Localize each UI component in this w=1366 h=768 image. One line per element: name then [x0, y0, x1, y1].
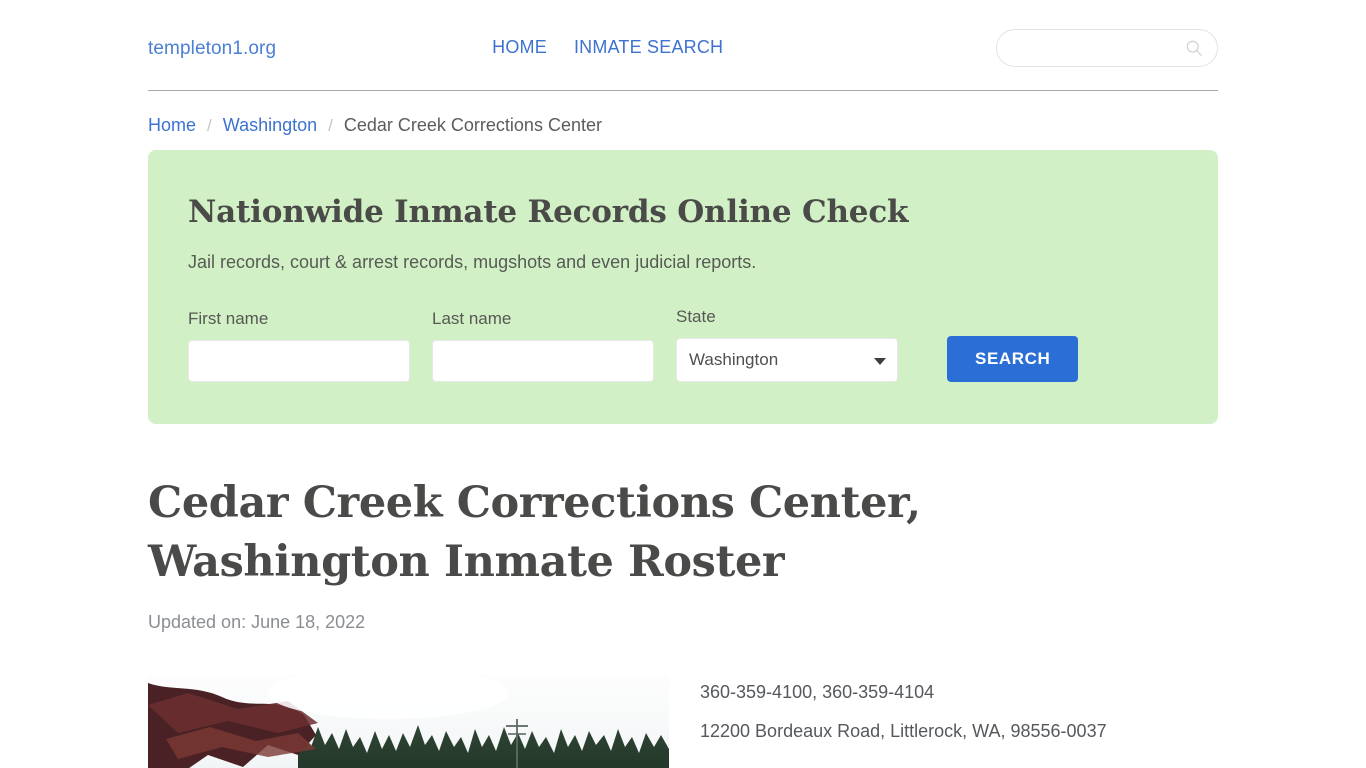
page-title: Cedar Creek Corrections Center, Washingt…: [148, 478, 921, 587]
breadcrumb-item-home[interactable]: Home: [148, 115, 196, 136]
main-navigation: HOME INMATE SEARCH: [492, 37, 723, 58]
facility-photo: [148, 674, 669, 768]
last-name-label: Last name: [432, 309, 512, 328]
last-name-field-group: Last name: [432, 309, 654, 382]
promo-container: Nationwide Inmate Records Online Check J…: [148, 150, 1218, 424]
header-search-input[interactable]: [1015, 39, 1179, 57]
breadcrumb-separator: /: [328, 116, 333, 135]
search-icon: [1186, 40, 1202, 56]
state-select[interactable]: Washington: [676, 338, 898, 382]
nav-item-inmate-search[interactable]: INMATE SEARCH: [574, 37, 723, 58]
facility-contact-info: 360-359-4100, 360-359-4104 12200 Bordeau…: [700, 675, 1107, 768]
breadcrumb-container: Home / Washington / Cedar Creek Correcti…: [148, 91, 1218, 146]
header-container: templeton1.org HOME INMATE SEARCH: [148, 0, 1218, 90]
search-submit-button[interactable]: SEARCH: [947, 336, 1079, 382]
state-field-group: State Washington: [676, 307, 898, 382]
site-brand-link[interactable]: templeton1.org: [148, 38, 276, 60]
state-select-value[interactable]: Washington: [676, 338, 898, 382]
breadcrumb-separator: /: [207, 116, 212, 135]
facility-phone: 360-359-4100, 360-359-4104: [700, 681, 935, 702]
breadcrumb: Home / Washington / Cedar Creek Correcti…: [148, 91, 1218, 146]
chevron-down-icon: [874, 358, 886, 365]
header-search-box[interactable]: [996, 29, 1218, 67]
breadcrumb-item-current: Cedar Creek Corrections Center: [343, 115, 602, 135]
promo-subtitle: Jail records, court & arrest records, mu…: [188, 252, 757, 272]
facility-block: 360-359-4100, 360-359-4104 12200 Bordeau…: [148, 674, 1218, 768]
inmate-search-panel: Nationwide Inmate Records Online Check J…: [148, 150, 1218, 424]
first-name-label: First name: [188, 309, 269, 328]
facility-address: 12200 Bordeaux Road, Littlerock, WA, 985…: [700, 720, 1107, 741]
last-name-input[interactable]: [432, 340, 654, 382]
first-name-field-group: First name: [188, 309, 410, 382]
state-label: State: [676, 307, 716, 326]
site-header: templeton1.org HOME INMATE SEARCH: [148, 0, 1218, 90]
facility-photo-image: [148, 674, 669, 768]
breadcrumb-item-washington[interactable]: Washington: [223, 115, 317, 136]
inmate-search-form: First name Last name State Washington SE…: [188, 307, 1178, 382]
nav-item-home[interactable]: HOME: [492, 37, 547, 58]
updated-date: Updated on: June 18, 2022: [148, 611, 366, 632]
first-name-input[interactable]: [188, 340, 410, 382]
page-root: templeton1.org HOME INMATE SEARCH Home /…: [0, 0, 1366, 768]
promo-heading: Nationwide Inmate Records Online Check: [188, 194, 909, 230]
main-container: Cedar Creek Corrections Center, Washingt…: [148, 424, 1218, 768]
